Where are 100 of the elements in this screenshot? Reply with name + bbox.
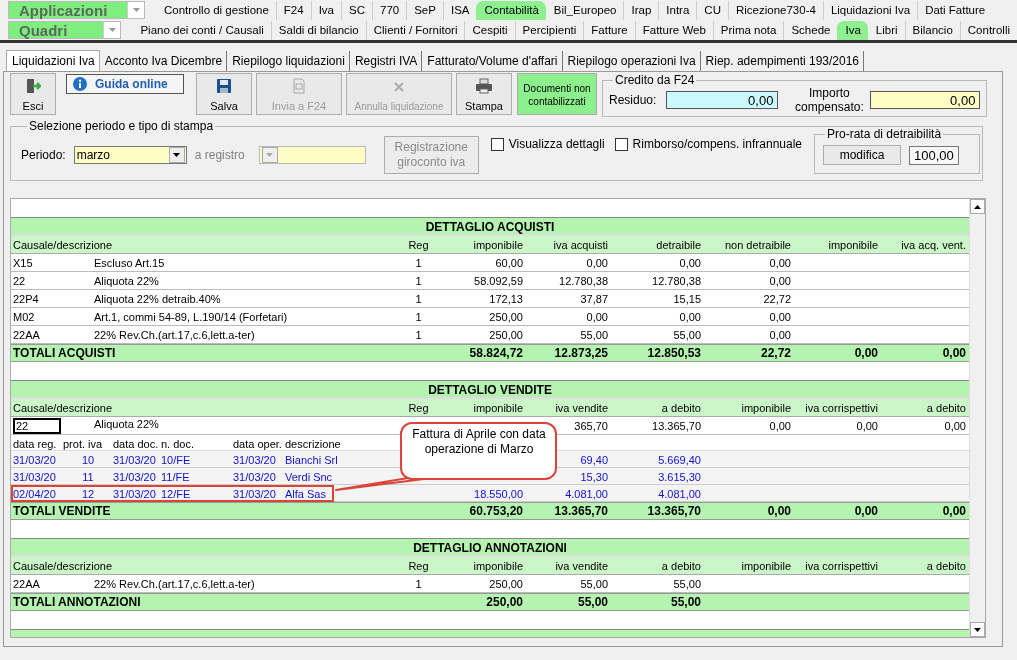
nav-tab[interactable]: Fatture: [583, 20, 635, 40]
column-header: detraibile: [655, 238, 701, 251]
table-cell: 3.615,30: [658, 470, 701, 483]
nav-tab[interactable]: Cespiti: [464, 20, 515, 40]
table-cell: 15,30: [580, 470, 608, 483]
toolbar-button[interactable]: Documenti non contabilizzati: [517, 73, 597, 115]
table-cell: 4.081,00: [565, 487, 608, 500]
modify-button[interactable]: modifica: [823, 145, 901, 165]
table-cell: 13.365,70: [647, 504, 701, 518]
column-header: iva vendite: [554, 401, 608, 414]
table-cell[interactable]: 22AA: [13, 328, 59, 341]
nav-tab[interactable]: Libri: [867, 20, 905, 40]
input-field[interactable]: 0,00: [666, 90, 779, 109]
table-cell-text: 31/03/20: [13, 453, 57, 466]
table-cell: 22,72: [760, 346, 791, 360]
table-cell: Escluso Art.15: [94, 256, 165, 269]
table-cell: 12.850,53: [647, 346, 701, 360]
table-cell: 69,40: [580, 453, 608, 466]
nav-tab[interactable]: Dati Fatture: [917, 0, 993, 20]
table-cell-text: Alfa Sas: [285, 487, 327, 500]
document-icon: [291, 78, 307, 94]
app-dropdown[interactable]: Applicazioni: [8, 1, 145, 19]
period-dropdown[interactable]: marzo: [73, 146, 187, 164]
field-label: Periodo:: [21, 148, 66, 162]
scrollbar[interactable]: [969, 199, 985, 637]
nav-tab[interactable]: Clienti / Fornitori: [365, 20, 465, 40]
table-cell-text: Verdi Snc: [285, 470, 334, 483]
table-cell-text: 31/03/20: [113, 470, 157, 483]
table-cell[interactable]: 22: [13, 274, 59, 287]
table-cell[interactable]: 22AA: [13, 577, 59, 590]
table-cell: 0,00: [586, 256, 608, 269]
column-header: imponibile: [740, 559, 791, 572]
totals-label: TOTALI ANNOTAZIONI: [12, 595, 142, 609]
column-header: imponibile: [472, 238, 523, 251]
table-cell-text: 10/FE: [161, 453, 192, 466]
nav-tab[interactable]: Prima nota: [712, 20, 784, 40]
table-cell[interactable]: 22: [13, 417, 61, 434]
column-header: Causale/descrizione: [12, 559, 114, 572]
table-cell: Bianchi Srl: [285, 453, 336, 466]
nav-tab[interactable]: Controlli: [959, 20, 1017, 40]
table-cell: 0,00: [769, 310, 791, 323]
page-tab[interactable]: Liquidazioni Iva: [6, 50, 100, 71]
nav-tab[interactable]: Contabilità: [476, 0, 546, 20]
column-header: n. doc.: [161, 437, 196, 450]
table-cell: 55,00: [673, 328, 701, 341]
checkbox[interactable]: [490, 137, 504, 151]
table-cell[interactable]: X15: [13, 256, 59, 269]
table-cell[interactable]: 22P4: [13, 292, 59, 305]
nav-tab[interactable]: Controllo di gestione: [157, 0, 276, 20]
nav-tab[interactable]: Irap: [623, 0, 659, 20]
column-header: iva vendite: [554, 559, 608, 572]
table-cell: 18.550,00: [474, 487, 523, 500]
table-cell: 250,00: [489, 328, 523, 341]
scroll-up-icon[interactable]: [974, 204, 981, 209]
nav-tab[interactable]: Iva: [837, 20, 868, 40]
table-cell: 365,70: [574, 419, 608, 432]
column-header: imponibile: [740, 401, 791, 414]
column-header: prot. iva: [63, 437, 104, 450]
nav-tab[interactable]: Percipienti: [514, 20, 584, 40]
table-cell: 12.780,38: [652, 274, 701, 287]
help-button[interactable]: Guida online: [66, 74, 184, 94]
nav-tab[interactable]: 770: [372, 0, 407, 20]
exit-button[interactable]: Esci: [10, 73, 56, 115]
checkbox-label: Visualizza dettagli: [508, 137, 605, 151]
field-label: Residuo:: [609, 92, 657, 107]
nav-tab[interactable]: SeP: [406, 0, 443, 20]
scroll-down-icon[interactable]: [974, 627, 981, 632]
table-cell: 250,00: [489, 310, 523, 323]
nav-tab[interactable]: Ricezione730-4: [727, 0, 823, 20]
nav-tab[interactable]: Piano dei conti / Causali: [133, 20, 271, 40]
nav-tab[interactable]: Intra: [658, 0, 697, 20]
nav-tab[interactable]: CU: [696, 0, 728, 20]
table-cell: 12.873,25: [554, 346, 608, 360]
table-cell[interactable]: M02: [13, 310, 59, 323]
toolbar-button[interactable]: Stampa: [456, 73, 512, 115]
table-cell: 60.753,20: [469, 504, 523, 518]
table-cell: 37,87: [580, 292, 608, 305]
nav-tab[interactable]: SC: [341, 0, 372, 20]
section-dropdown[interactable]: Quadri: [8, 21, 122, 39]
group-title: Selezione periodo e tipo di stampa: [28, 119, 215, 133]
table-cell: Aliquota 22% detraib.40%: [94, 292, 221, 305]
table-cell: 0,00: [854, 346, 878, 360]
nav-tab[interactable]: Liquidazioni Iva: [822, 0, 918, 20]
table-cell-text: 12/FE: [161, 487, 192, 500]
input-field[interactable]: 0,00: [870, 90, 981, 109]
nav-tab[interactable]: Fatture Web: [634, 20, 713, 40]
table-cell-text: 31/03/20: [13, 470, 57, 483]
nav-tab[interactable]: Saldi di bilancio: [270, 20, 366, 40]
column-header: a debito: [660, 401, 701, 414]
nav-tab[interactable]: Bilancio: [904, 20, 960, 40]
nav-tab[interactable]: Bil_Europeo: [545, 0, 624, 20]
nav-tab[interactable]: Iva: [310, 0, 341, 20]
table-cell-text: 31/03/20: [113, 453, 157, 466]
table-cell: 0,00: [769, 256, 791, 269]
table-cell: 1: [415, 328, 422, 341]
column-header: a debito: [925, 401, 966, 414]
toolbar-button[interactable]: Salva: [196, 73, 252, 115]
checkbox[interactable]: [614, 137, 628, 151]
table-cell: 0,00: [767, 504, 791, 518]
nav-tab[interactable]: F24: [275, 0, 311, 20]
